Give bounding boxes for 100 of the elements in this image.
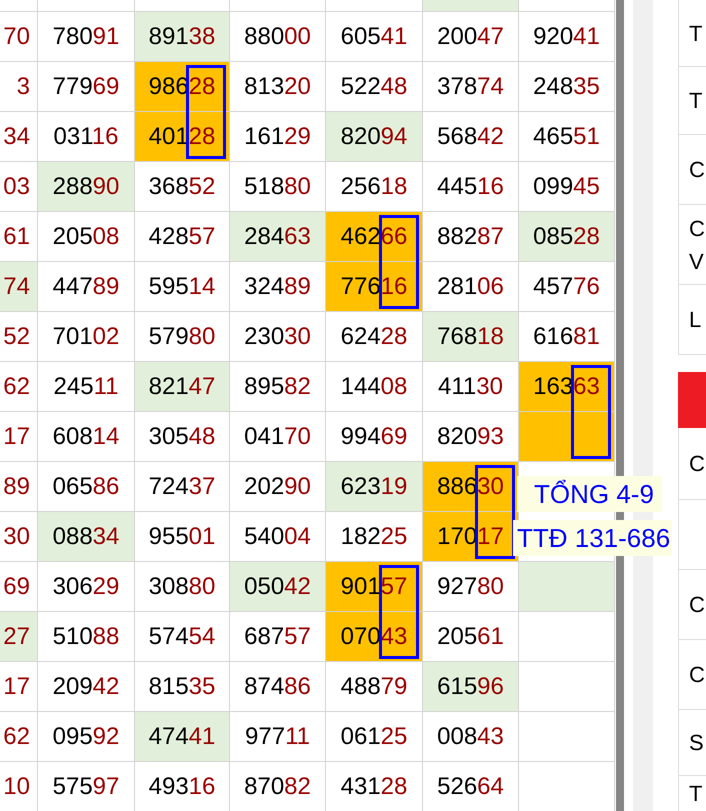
table-cell: 27 xyxy=(0,612,38,662)
table-cell: 28463 xyxy=(230,212,326,262)
table-cell: 77969 xyxy=(38,62,135,112)
sidebar-item[interactable]: T xyxy=(679,776,706,811)
table-cell: 30629 xyxy=(38,562,135,612)
table-cell: 51088 xyxy=(38,612,135,662)
table-cell: 77616 xyxy=(326,262,423,312)
table-cell: 88000 xyxy=(230,12,326,62)
table-cell: 25618 xyxy=(326,162,423,212)
sidebar-item[interactable]: C V xyxy=(679,205,706,285)
table-cell: 41130 xyxy=(423,362,519,412)
table-cell: 99469 xyxy=(326,412,423,462)
table-cell: 32489 xyxy=(230,262,326,312)
sidebar-item[interactable]: L xyxy=(679,285,706,355)
table-cell: 30 xyxy=(0,512,38,562)
table-cell: 07043 xyxy=(326,612,423,662)
table-cell: 95501 xyxy=(135,512,230,562)
table-cell: 62 xyxy=(0,712,38,762)
sidebar-item[interactable]: C xyxy=(679,640,706,710)
sidebar-item[interactable]: T xyxy=(679,0,706,67)
table-cell: 08528 xyxy=(519,212,615,262)
table-cell: 56842 xyxy=(423,112,519,162)
table-cell: 36852 xyxy=(135,162,230,212)
table-cell: 61596 xyxy=(423,662,519,712)
table-cell: 20290 xyxy=(230,462,326,512)
table-cell: 97711 xyxy=(230,712,326,762)
table-cell: 30880 xyxy=(135,562,230,612)
table-cell: 23030 xyxy=(230,312,326,362)
table-cell: 34 xyxy=(0,112,38,162)
table-cell: 20508 xyxy=(38,212,135,262)
table-cell: 40128 xyxy=(135,112,230,162)
table-cell: 06586 xyxy=(38,462,135,512)
sidebar-item-text: T xyxy=(689,780,704,808)
table-cell: 57454 xyxy=(135,612,230,662)
sidebar-header-bar xyxy=(678,372,706,428)
table-cell: 60541 xyxy=(326,12,423,62)
table-cell: 28890 xyxy=(38,162,135,212)
table-cell: 46551 xyxy=(519,112,615,162)
table-cell: 52 xyxy=(0,312,38,362)
table-cell: 48879 xyxy=(326,662,423,712)
sidebar-item-text: L xyxy=(689,306,702,334)
table-cell: 44789 xyxy=(38,262,135,312)
sidebar-item[interactable]: C xyxy=(679,428,706,500)
table-cell: 14408 xyxy=(326,362,423,412)
sidebar-item-text: T xyxy=(689,87,704,115)
sidebar-item[interactable]: T xyxy=(679,67,706,135)
table-cell: 61 xyxy=(0,212,38,262)
table-cell: 03 xyxy=(0,162,38,212)
table-cell: 81535 xyxy=(135,662,230,712)
table-cell: 57980 xyxy=(135,312,230,362)
table-cell: 09945 xyxy=(519,162,615,212)
table-cell: 17 xyxy=(0,412,38,462)
table-cell: 24511 xyxy=(38,362,135,412)
table-cell: 70 xyxy=(0,12,38,62)
table-cell: 82147 xyxy=(135,362,230,412)
sidebar-item-text: T xyxy=(689,20,704,48)
table-cell: 87486 xyxy=(230,662,326,712)
table-cell: 54004 xyxy=(230,512,326,562)
table-cell: 72437 xyxy=(135,462,230,512)
table-cell: 78091 xyxy=(38,12,135,62)
table-cell: 89 xyxy=(0,462,38,512)
table-cell: 62 xyxy=(0,362,38,412)
sidebar-item-text: C xyxy=(689,156,706,184)
table-cell: 89582 xyxy=(230,362,326,412)
table-cell: 59514 xyxy=(135,262,230,312)
table-cell: 60814 xyxy=(38,412,135,462)
table-cell: 17 xyxy=(0,662,38,712)
table-cell: 06125 xyxy=(326,712,423,762)
sidebar-item-text: C xyxy=(689,450,706,478)
table-cell: 47441 xyxy=(135,712,230,762)
table-cell: 04170 xyxy=(230,412,326,462)
table-cell: 30548 xyxy=(135,412,230,462)
sidebar-item-text: V xyxy=(689,248,705,276)
table-cell: 45776 xyxy=(519,262,615,312)
table-cell: 62319 xyxy=(326,462,423,512)
table-cell: 88287 xyxy=(423,212,519,262)
table-cell: 37874 xyxy=(423,62,519,112)
table-cell: 08834 xyxy=(38,512,135,562)
table-cell: 82093 xyxy=(423,412,519,462)
sidebar-item[interactable]: C xyxy=(679,135,706,205)
table-cell: 92780 xyxy=(423,562,519,612)
table-cell: 20942 xyxy=(38,662,135,712)
table-cell: 42857 xyxy=(135,212,230,262)
table-cell: 18225 xyxy=(326,512,423,562)
table-cell: 16129 xyxy=(230,112,326,162)
table-cell: 74 xyxy=(0,262,38,312)
table-cell: 28106 xyxy=(423,262,519,312)
table-cell: 92041 xyxy=(519,12,615,62)
table-cell: 09592 xyxy=(38,712,135,762)
table-cell: 62428 xyxy=(326,312,423,362)
annotation-label: TTĐ 131-686 xyxy=(513,520,672,556)
sidebar-item[interactable]: C xyxy=(679,570,706,640)
table-cell: 82094 xyxy=(326,112,423,162)
sidebar-item[interactable]: S xyxy=(679,710,706,776)
table-cell: 44516 xyxy=(423,162,519,212)
table-cell: 70102 xyxy=(38,312,135,362)
table-cell: 00843 xyxy=(423,712,519,762)
sidebar-item-text: C xyxy=(689,214,706,242)
table-cell: 89138 xyxy=(135,12,230,62)
table-cell: 24835 xyxy=(519,62,615,112)
